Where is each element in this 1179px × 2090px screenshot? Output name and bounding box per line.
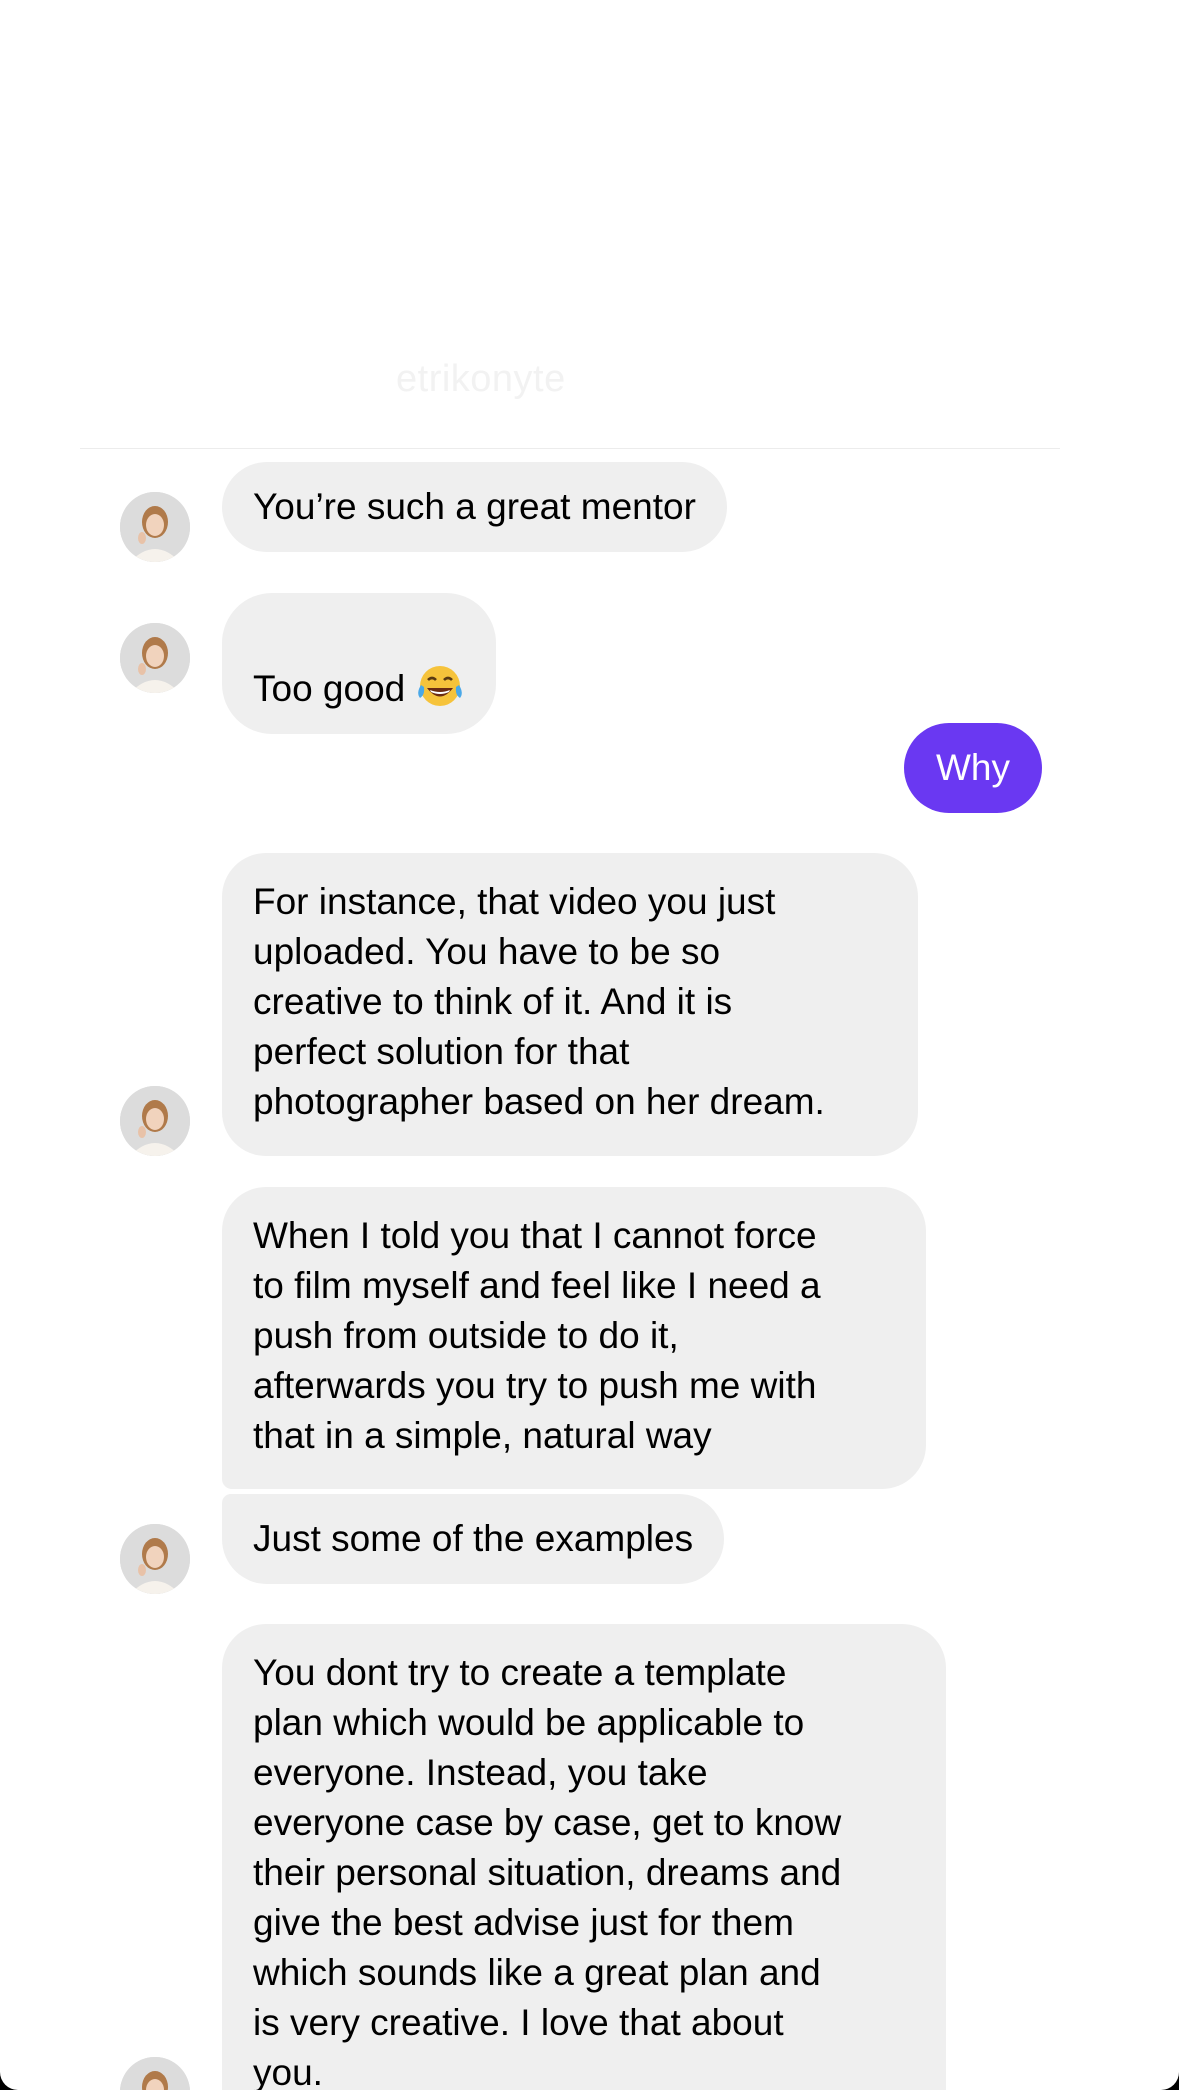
header-username[interactable]: etrikonyte [396, 358, 566, 401]
face-with-tears-of-joy-icon [418, 666, 463, 706]
message-bubble-received[interactable]: Too good [222, 593, 497, 734]
message-bubble-received[interactable]: When I told you that I cannot force to f… [222, 1187, 926, 1489]
avatar[interactable] [120, 2057, 190, 2090]
message-bubble-received[interactable]: Just some of the examples [222, 1494, 725, 1584]
message-bubble-received[interactable]: You’re such a great mentor [222, 462, 727, 552]
chat-screen: etrikonyte You’re such a great mentor To… [0, 0, 1179, 2090]
avatar[interactable] [120, 492, 190, 562]
message-bubble-received[interactable]: You dont try to create a template plan w… [222, 1624, 946, 2090]
message-bubble-received[interactable]: For instance, that video you just upload… [222, 853, 918, 1156]
message-text: Too good [253, 668, 406, 709]
chat-header [80, 170, 1060, 450]
message-bubble-sent[interactable]: Why [904, 723, 1042, 813]
avatar[interactable] [120, 623, 190, 693]
avatar[interactable] [120, 1524, 190, 1594]
header-divider [80, 448, 1060, 449]
avatar[interactable] [120, 1086, 190, 1156]
